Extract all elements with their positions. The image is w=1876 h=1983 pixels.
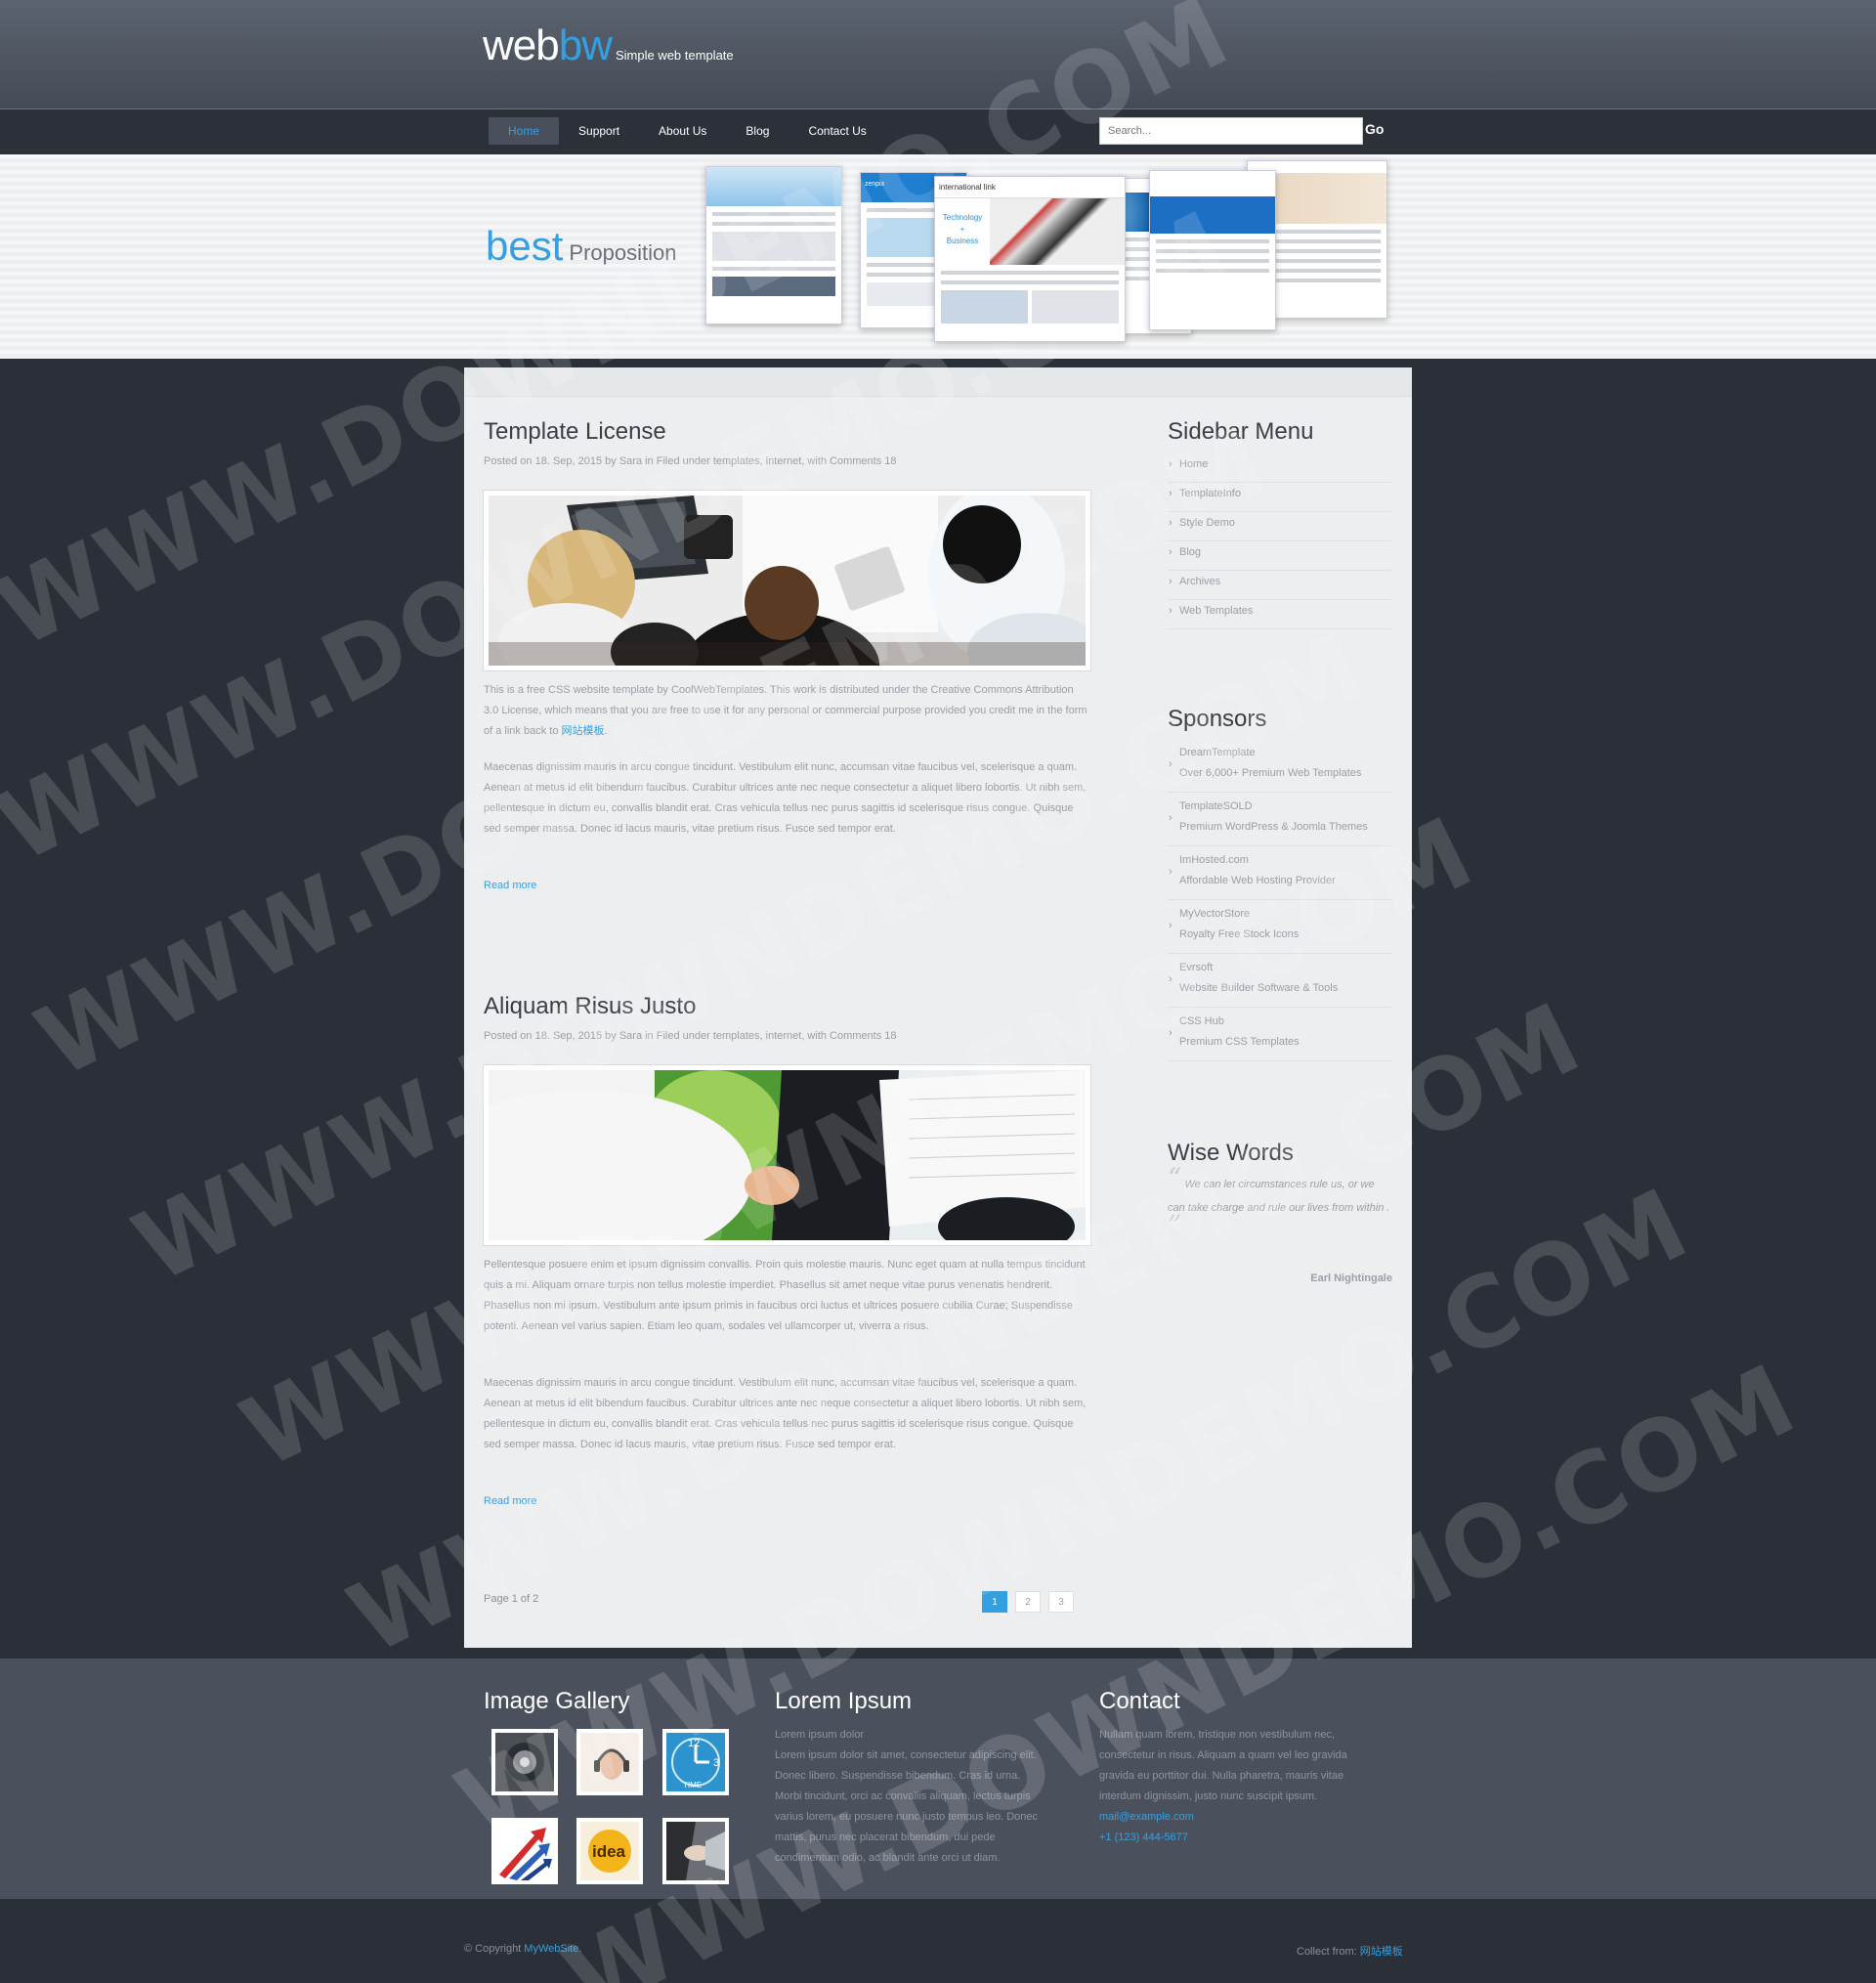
contact-email-link[interactable]: mail@example.com (1099, 1811, 1194, 1823)
nav-item-about-us[interactable]: About Us (639, 117, 726, 145)
shot-text-technology: Technology (942, 213, 983, 222)
shot-text-business: Business (946, 237, 979, 245)
clock-time-label: TIME (683, 1781, 702, 1789)
sponsor-desc: Premium CSS Templates (1179, 1036, 1300, 1048)
nav-item-blog[interactable]: Blog (726, 117, 789, 145)
collect-link[interactable]: 网站模板 (1360, 1946, 1403, 1958)
idea-label: idea (592, 1842, 626, 1861)
collect-prefix: Collect from: (1297, 1946, 1360, 1958)
page-link-3[interactable]: 3 (1048, 1591, 1074, 1613)
sidebar-item-archives[interactable]: Archives (1168, 571, 1392, 600)
template-screenshot: international link Technology + Business (934, 176, 1126, 342)
clock-3-label: 3 (713, 1757, 719, 1769)
idea-bulb-icon[interactable]: idea (576, 1818, 643, 1884)
nav-item-home[interactable]: Home (489, 117, 560, 145)
copyright-prefix: © Copyright (464, 1943, 525, 1955)
site-header: web bw Simple web template (0, 0, 1876, 109)
logo-bw: bw (558, 22, 613, 69)
contact-phone[interactable]: +1 (123) 444-5677 (1099, 1832, 1188, 1843)
bottom-bar (0, 1899, 1876, 1983)
logo-tagline: Simple web template (615, 48, 734, 63)
search-go-button[interactable]: Go (1365, 121, 1384, 137)
nav-menu: Home Support About Us Blog Contact Us (489, 117, 886, 145)
banner-word-best: best (486, 223, 564, 269)
nav-item-support[interactable]: Support (559, 117, 639, 145)
collect-from: Collect from: 网站模板 (1297, 1943, 1403, 1959)
sidebar-item-web-templates[interactable]: Web Templates (1168, 600, 1392, 629)
site-logo[interactable]: web bw Simple web template (483, 22, 734, 70)
shot-text-international-link: international link (935, 177, 1125, 198)
logo-web: web (483, 22, 560, 69)
sponsor-name: TemplateSOLD (1179, 800, 1253, 812)
